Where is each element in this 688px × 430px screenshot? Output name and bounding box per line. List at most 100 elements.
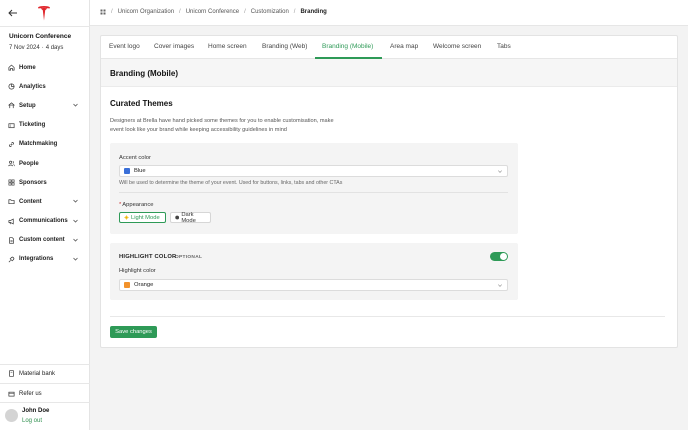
sidebar-item-label: Setup: [19, 102, 36, 109]
light-mode-button[interactable]: Light Mode: [119, 212, 166, 223]
sidebar-item-label: Communications: [19, 218, 68, 225]
folder-icon: [8, 199, 15, 205]
setup-icon: [8, 102, 15, 109]
tab-branding-mobile[interactable]: Branding (Mobile): [322, 43, 373, 50]
sidebar-item-label: Integrations: [19, 256, 54, 263]
toggle-knob: [500, 253, 507, 260]
optional-badge: OPTIONAL: [175, 254, 203, 260]
book-icon: [9, 370, 14, 377]
sidebar-nav: Home Analytics Setup Ticketing Matchmaki…: [0, 58, 90, 269]
material-bank-label: Material bank: [19, 370, 56, 377]
sidebar-item-label: Sponsors: [19, 179, 47, 186]
sidebar-item-integrations[interactable]: Integrations: [0, 250, 90, 269]
breadcrumb-event[interactable]: Unicorn Conference: [186, 9, 239, 15]
chevron-down-icon[interactable]: [73, 103, 78, 107]
sidebar-item-custom-content[interactable]: Custom content: [0, 231, 90, 250]
top-bar: / Unicorn Organization / Unicorn Confere…: [90, 0, 688, 26]
sidebar-item-label: Custom content: [19, 237, 65, 244]
sidebar-item-label: Ticketing: [19, 122, 46, 129]
box-divider: [119, 192, 508, 193]
event-name: Unicorn Conference: [9, 33, 72, 40]
sidebar-item-communications[interactable]: Communications: [0, 212, 90, 231]
branding-card: Event logo Cover images Home screen Bran…: [100, 35, 678, 348]
accent-color-select[interactable]: Blue: [119, 165, 508, 177]
tab-area-map[interactable]: Area map: [390, 43, 418, 50]
back-arrow-icon[interactable]: [8, 9, 18, 17]
moon-icon: [175, 215, 180, 220]
chevron-down-icon[interactable]: [73, 219, 78, 223]
ticket-icon: [8, 123, 15, 128]
brand-logo: [38, 6, 50, 21]
sidebar: Unicorn Conference 7 Nov 2024 · 4 days Hom…: [0, 0, 90, 430]
megaphone-icon: [8, 218, 14, 225]
refer-us-label: Refer us: [19, 390, 42, 397]
highlight-color-label: Highlight color: [119, 268, 156, 274]
highlight-color-select[interactable]: Orange: [119, 279, 508, 291]
section-title: Branding (Mobile): [110, 69, 178, 78]
avatar[interactable]: [5, 409, 18, 422]
tab-branding-web[interactable]: Branding (Web): [262, 43, 307, 50]
refer-us-link[interactable]: Refer us: [0, 384, 90, 403]
sidebar-item-matchmaking[interactable]: Matchmaking: [0, 135, 90, 154]
sidebar-item-home[interactable]: Home: [0, 58, 90, 77]
dark-mode-label: Dark Mode: [181, 211, 196, 224]
sidebar-item-label: Content: [19, 198, 42, 205]
accent-color-hint: Will be used to determine the theme of y…: [119, 180, 343, 186]
grid-menu-icon[interactable]: [100, 9, 106, 15]
breadcrumb-customization[interactable]: Customization: [251, 9, 289, 15]
curated-themes-description: Designers at Brella have hand picked som…: [110, 118, 334, 133]
sidebar-divider: [0, 402, 90, 403]
tab-welcome-screen[interactable]: Welcome screen: [433, 43, 481, 50]
breadcrumb-organization[interactable]: Unicorn Organization: [118, 9, 174, 15]
save-changes-button[interactable]: Save changes: [110, 326, 157, 338]
light-mode-label: Light Mode: [131, 214, 160, 221]
tab-bar: Event logo Cover images Home screen Bran…: [101, 36, 677, 59]
dark-mode-button[interactable]: Dark Mode: [170, 211, 211, 224]
sidebar-item-setup[interactable]: Setup: [0, 96, 90, 115]
analytics-icon: [8, 83, 15, 90]
user-name: John Doe: [22, 408, 50, 414]
chevron-down-icon: [498, 170, 502, 173]
plug-icon: [8, 256, 15, 263]
event-date: 7 Nov 2024: [9, 45, 40, 51]
tab-event-logo[interactable]: Event logo: [109, 43, 140, 50]
footer-divider: [110, 316, 665, 317]
highlight-color-swatch: [124, 282, 130, 288]
home-icon: [8, 64, 15, 71]
chevron-down-icon[interactable]: [73, 257, 78, 261]
gift-icon: [8, 391, 15, 397]
chevron-down-icon: [498, 284, 502, 287]
tab-tabs[interactable]: Tabs: [497, 43, 511, 50]
material-bank-link[interactable]: Material bank: [0, 364, 90, 383]
highlight-color-toggle[interactable]: [490, 252, 508, 261]
appearance-label-text: Appearance: [122, 202, 154, 208]
highlight-color-value: Orange: [134, 282, 154, 288]
chevron-down-icon[interactable]: [73, 238, 78, 242]
event-meta: 7 Nov 2024 · 4 days: [9, 45, 64, 51]
accent-color-swatch: [124, 168, 130, 174]
breadcrumb: / Unicorn Organization / Unicorn Confere…: [100, 9, 327, 15]
chevron-down-icon[interactable]: [73, 199, 78, 203]
sidebar-item-sponsors[interactable]: Sponsors: [0, 173, 90, 192]
sidebar-item-label: People: [19, 160, 39, 167]
tab-home-screen[interactable]: Home screen: [208, 43, 247, 50]
logout-link[interactable]: Log out: [22, 418, 42, 424]
sidebar-item-label: Matchmaking: [19, 141, 58, 148]
sidebar-item-ticketing[interactable]: Ticketing: [0, 116, 90, 135]
curated-themes-title: Curated Themes: [110, 99, 173, 108]
section-header: Branding (Mobile): [101, 59, 677, 87]
sun-icon: [124, 215, 129, 220]
sidebar-item-analytics[interactable]: Analytics: [0, 77, 90, 96]
tab-cover-images[interactable]: Cover images: [154, 43, 194, 50]
breadcrumb-current: Branding: [300, 9, 327, 15]
sidebar-item-label: Analytics: [19, 83, 46, 90]
people-icon: [8, 160, 15, 167]
document-icon: [9, 237, 14, 244]
accent-color-label: Accent color: [119, 155, 151, 161]
event-duration: 4 days: [45, 45, 64, 51]
link-icon: [9, 141, 14, 147]
sidebar-item-people[interactable]: People: [0, 154, 90, 173]
sidebar-item-content[interactable]: Content: [0, 192, 90, 211]
grid-icon: [8, 179, 15, 186]
theme-settings-box: Accent color Blue Will be used to determ…: [110, 143, 518, 234]
